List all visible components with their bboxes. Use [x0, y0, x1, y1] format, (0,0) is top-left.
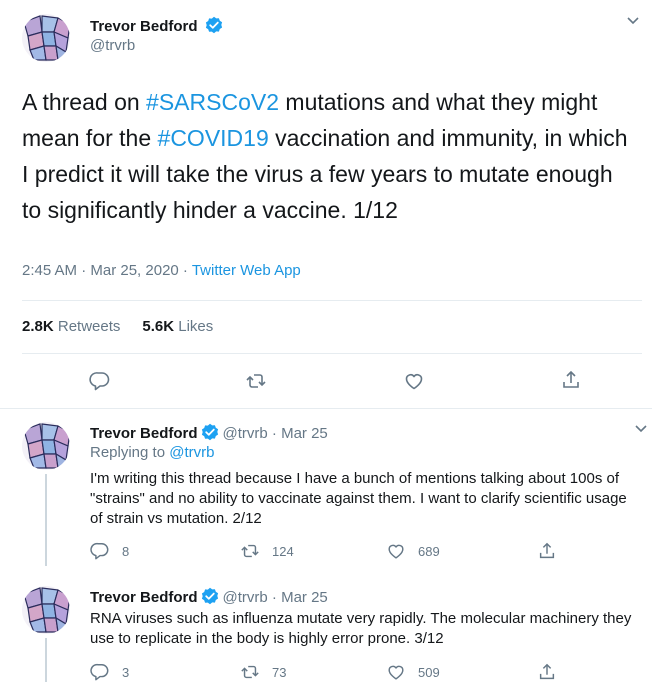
like-icon[interactable] — [386, 541, 406, 561]
author-name[interactable]: Trevor Bedford — [90, 589, 198, 606]
tweet-text-segment: A thread on — [22, 89, 147, 115]
retweets-count: 2.8K — [22, 318, 54, 335]
like-count: 689 — [418, 543, 440, 559]
retweet-count: 124 — [272, 543, 294, 559]
reply-action[interactable]: 3 — [90, 662, 129, 682]
retweet-icon[interactable] — [245, 370, 267, 392]
source-app-link[interactable]: Twitter Web App — [192, 262, 301, 279]
like-icon[interactable] — [403, 370, 425, 392]
share-action[interactable] — [537, 662, 569, 682]
like-action[interactable]: 689 — [386, 541, 440, 561]
thread-line — [45, 638, 47, 682]
main-tweet: Trevor Bedford @trvrb A thread on #SARSC… — [0, 0, 652, 409]
share-icon[interactable] — [537, 541, 557, 561]
author-handle-date[interactable]: @trvrb · Mar 25 — [223, 589, 328, 606]
timestamp[interactable]: 2:45 AM · Mar 25, 2020 · — [22, 262, 192, 279]
reply-count: 8 — [122, 543, 130, 559]
reply-count: 3 — [122, 664, 130, 680]
share-action[interactable] — [537, 541, 569, 561]
likes-count: 5.6K — [142, 318, 175, 335]
like-action[interactable]: 509 — [386, 662, 440, 682]
divider — [22, 300, 642, 301]
tweet-text: I'm writing this thread because I have a… — [90, 470, 627, 527]
share-icon[interactable] — [560, 369, 582, 391]
hashtag-link[interactable]: #SARSCoV2 — [146, 89, 279, 115]
tweet-text: A thread on #SARSCoV2 mutations and what… — [22, 84, 632, 228]
verified-icon — [200, 423, 219, 441]
tweet-meta: 2:45 AM · Mar 25, 2020 · Twitter Web App — [22, 262, 301, 279]
likes-stat[interactable]: 5.6K Likes — [142, 318, 213, 335]
avatar[interactable] — [22, 586, 70, 634]
avatar[interactable] — [22, 422, 70, 470]
author-handle[interactable]: @trvrb — [90, 37, 135, 54]
engagement-stats: 2.8K Retweets 5.6K Likes — [22, 318, 213, 335]
retweet-count: 73 — [272, 664, 287, 680]
author-header: Trevor Bedford — [90, 16, 223, 36]
retweets-stat[interactable]: 2.8K Retweets — [22, 318, 120, 335]
retweet-icon[interactable] — [240, 541, 260, 561]
retweet-icon[interactable] — [240, 662, 260, 682]
verified-icon — [204, 16, 223, 34]
replying-prefix: Replying to — [90, 444, 170, 461]
retweets-label: Retweets — [57, 318, 121, 335]
verified-icon — [200, 587, 219, 605]
reply-action[interactable]: 8 — [90, 541, 129, 561]
reply-icon[interactable] — [89, 370, 111, 392]
chevron-down-icon[interactable] — [626, 16, 640, 26]
reply-icon[interactable] — [90, 541, 110, 561]
hashtag-link[interactable]: #COVID19 — [158, 125, 269, 151]
author-name[interactable]: Trevor Bedford — [90, 18, 198, 35]
author-header: Trevor Bedford @trvrb · Mar 25 — [90, 423, 328, 442]
chevron-down-icon[interactable] — [634, 424, 648, 434]
author-name[interactable]: Trevor Bedford — [90, 425, 198, 442]
retweet-action[interactable]: 73 — [240, 662, 286, 682]
replying-to-link[interactable]: @trvrb — [169, 444, 214, 461]
avatar[interactable] — [22, 14, 70, 62]
divider — [22, 353, 642, 354]
replying-to: Replying to @trvrb — [90, 444, 214, 461]
share-icon[interactable] — [537, 662, 557, 682]
like-count: 509 — [418, 664, 440, 680]
thread-line — [45, 474, 47, 566]
like-icon[interactable] — [386, 662, 406, 682]
likes-label: Likes — [178, 318, 214, 335]
author-handle-date[interactable]: @trvrb · Mar 25 — [223, 425, 328, 442]
retweet-action[interactable]: 124 — [240, 541, 294, 561]
reply-icon[interactable] — [90, 662, 110, 682]
tweet-text: RNA viruses such as influenza mutate ver… — [90, 610, 632, 647]
author-header: Trevor Bedford @trvrb · Mar 25 — [90, 587, 328, 606]
